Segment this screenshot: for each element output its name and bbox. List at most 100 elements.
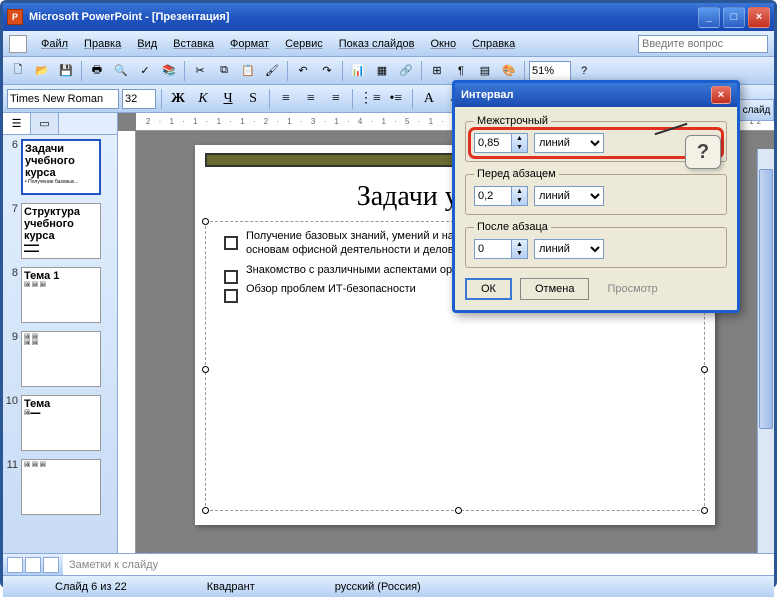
align-left-button[interactable]: ≡ [275, 88, 297, 110]
table-button[interactable]: ▦ [371, 60, 393, 82]
slide-thumbnail[interactable]: 🖼 🖼 🖼 [21, 459, 101, 515]
dialog-titlebar[interactable]: Интервал × [455, 83, 737, 107]
menu-format[interactable]: Формат [222, 35, 277, 53]
expand-button[interactable]: ⊞ [426, 60, 448, 82]
spin-down-icon[interactable]: ▼ [512, 143, 527, 152]
menu-slideshow[interactable]: Показ слайдов [331, 35, 423, 53]
chart-button[interactable]: 📊 [347, 60, 369, 82]
bold-button[interactable]: Ж [167, 88, 189, 110]
numbering-button[interactable]: ⋮≡ [358, 88, 382, 110]
status-language[interactable]: русский (Россия) [295, 581, 461, 593]
align-center-button[interactable]: ≡ [300, 88, 322, 110]
after-spacing-value[interactable] [475, 240, 511, 258]
resize-handle[interactable] [455, 507, 462, 514]
spin-down-icon[interactable]: ▼ [512, 196, 527, 205]
undo-button[interactable]: ↶ [292, 60, 314, 82]
normal-view-button[interactable] [7, 557, 23, 573]
line-spacing-spinner[interactable]: ▲▼ [474, 133, 528, 153]
research-button[interactable]: 📚 [158, 60, 180, 82]
app-title: Microsoft PowerPoint [29, 11, 142, 23]
shadow-button[interactable]: S [242, 88, 264, 110]
hyperlink-button[interactable]: 🔗 [395, 60, 417, 82]
outline-tab[interactable]: ☰ [3, 113, 31, 134]
menu-view[interactable]: Вид [129, 35, 165, 53]
spell-button[interactable]: ✓ [134, 60, 156, 82]
help-button[interactable]: ? [573, 60, 595, 82]
new-button[interactable]: 🗋 [7, 60, 29, 82]
slide-thumbnail[interactable]: 🖼 🖼🖼 🖼 [21, 331, 101, 387]
thumb-num: 11 [5, 459, 21, 471]
after-spacing-spinner[interactable]: ▲▼ [474, 239, 528, 259]
font-combo[interactable] [7, 89, 119, 109]
before-spacing-spinner[interactable]: ▲▼ [474, 186, 528, 206]
thumb-num: 7 [5, 203, 21, 215]
minimize-button[interactable]: _ [698, 7, 720, 28]
preview-button[interactable]: Просмотр [597, 283, 657, 295]
app-menu-icon[interactable] [9, 35, 27, 53]
menu-edit[interactable]: Правка [76, 35, 129, 53]
cancel-button[interactable]: Отмена [520, 278, 589, 300]
thumbnail-list[interactable]: 6Задачи учебного курса• Получение базовы… [3, 135, 117, 553]
menu-help[interactable]: Справка [464, 35, 523, 53]
line-spacing-unit[interactable]: линий [534, 133, 604, 153]
view-buttons [3, 553, 63, 575]
spin-down-icon[interactable]: ▼ [512, 249, 527, 258]
menu-file[interactable]: Файл [33, 35, 76, 53]
redo-button[interactable]: ↷ [316, 60, 338, 82]
dialog-close-button[interactable]: × [711, 86, 731, 104]
underline-button[interactable]: Ч [217, 88, 239, 110]
vertical-scrollbar[interactable] [757, 149, 774, 553]
format-painter-button[interactable]: 🖌 [261, 60, 283, 82]
slide-thumbnail[interactable]: Задачи учебного курса• Получение базовых… [21, 139, 101, 195]
menu-window[interactable]: Окно [423, 35, 465, 53]
before-paragraph-group: Перед абзацем ▲▼ линий [465, 168, 727, 215]
resize-handle[interactable] [701, 366, 708, 373]
close-button[interactable]: × [748, 7, 770, 28]
open-button[interactable]: 📂 [31, 60, 53, 82]
color-button[interactable]: 🎨 [498, 60, 520, 82]
increase-font-button[interactable]: A [418, 88, 440, 110]
paste-button[interactable]: 📋 [237, 60, 259, 82]
italic-button[interactable]: К [192, 88, 214, 110]
cut-button[interactable]: ✂ [189, 60, 211, 82]
before-spacing-unit[interactable]: линий [534, 186, 604, 206]
size-combo[interactable] [122, 89, 156, 109]
ok-button[interactable]: ОК [465, 278, 512, 300]
spin-up-icon[interactable]: ▲ [512, 187, 527, 196]
maximize-button[interactable]: □ [723, 7, 745, 28]
taskpane-tab[interactable]: і слайд [734, 99, 774, 121]
slide-thumbnail[interactable]: Тема 1🖼 🖼 🖼 [21, 267, 101, 323]
slide-thumbnail[interactable]: Структура учебного курса▬▬▬▬▬▬ [21, 203, 101, 259]
show-format-button[interactable]: ¶ [450, 60, 472, 82]
print-button[interactable]: 🖶 [86, 60, 108, 82]
preview-button[interactable]: 🔍 [110, 60, 132, 82]
spin-up-icon[interactable]: ▲ [512, 134, 527, 143]
slideshow-view-button[interactable] [43, 557, 59, 573]
resize-handle[interactable] [701, 507, 708, 514]
menu-insert[interactable]: Вставка [165, 35, 222, 53]
resize-handle[interactable] [202, 218, 209, 225]
notes-pane[interactable]: Заметки к слайду [63, 553, 774, 575]
line-spacing-value[interactable] [475, 134, 511, 152]
bullets-button[interactable]: •≡ [385, 88, 407, 110]
after-paragraph-label: После абзаца [474, 221, 551, 233]
align-right-button[interactable]: ≡ [325, 88, 347, 110]
sorter-view-button[interactable] [25, 557, 41, 573]
thumb-num: 6 [5, 139, 21, 151]
zoom-combo[interactable] [529, 61, 571, 81]
before-spacing-value[interactable] [475, 187, 511, 205]
slides-tab[interactable]: ▭ [31, 113, 59, 134]
grid-button[interactable]: ▤ [474, 60, 496, 82]
slide-thumbnail[interactable]: Тема🖼▬▬ [21, 395, 101, 451]
copy-button[interactable]: ⧉ [213, 60, 235, 82]
spin-up-icon[interactable]: ▲ [512, 240, 527, 249]
save-button[interactable]: 💾 [55, 60, 77, 82]
after-spacing-unit[interactable]: линий [534, 239, 604, 259]
dialog-title: Интервал [461, 89, 514, 101]
scrollbar-thumb[interactable] [759, 169, 773, 429]
resize-handle[interactable] [202, 366, 209, 373]
menu-tools[interactable]: Сервис [277, 35, 331, 53]
help-search-input[interactable] [638, 35, 768, 53]
resize-handle[interactable] [202, 507, 209, 514]
vertical-ruler[interactable] [118, 131, 136, 553]
